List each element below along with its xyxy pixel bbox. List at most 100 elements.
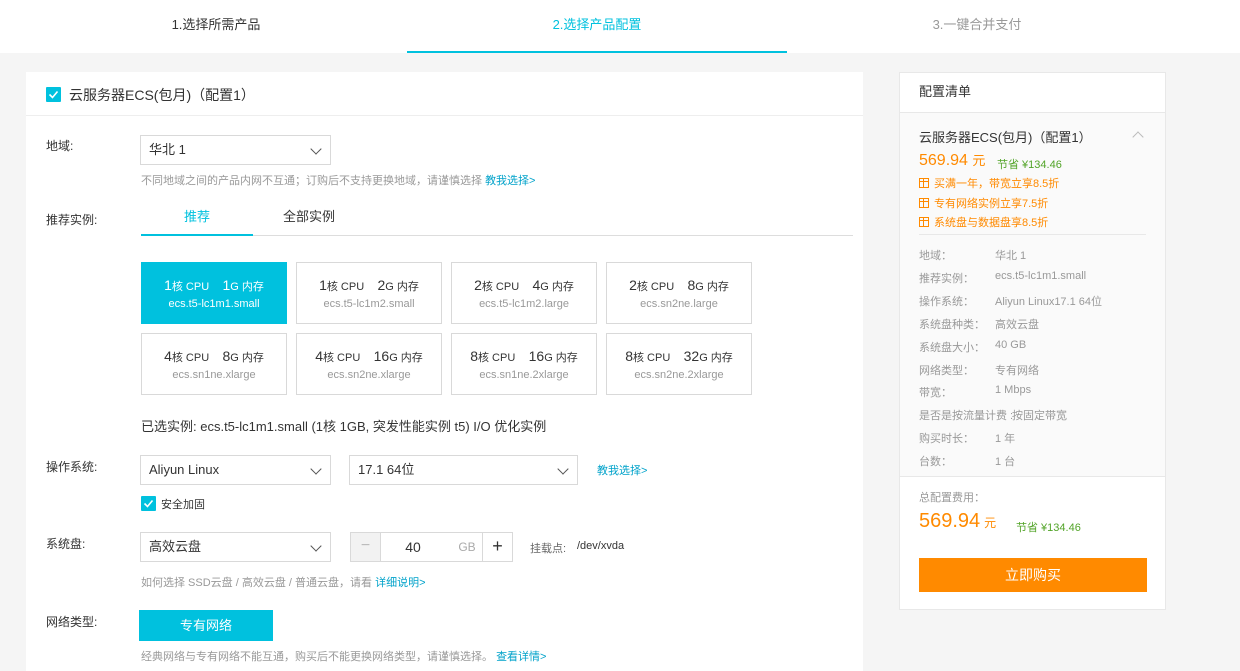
os-select[interactable]: Aliyun Linux <box>140 455 331 485</box>
instance-type-name: ecs.t5-lc1m2.small <box>323 298 415 310</box>
os-label: 操作系统: <box>46 460 98 474</box>
summary-detail-key: 网络类型： <box>919 364 974 377</box>
summary-detail-value: Aliyun Linux17.1 64位 <box>995 295 1103 308</box>
disk-size-increment-button[interactable]: + <box>482 533 512 561</box>
summary-item-price: 569.94 元 <box>919 152 986 169</box>
divider <box>919 234 1146 235</box>
tab-recommended[interactable]: 推荐 <box>141 200 253 236</box>
instance-type-name: ecs.sn2ne.2xlarge <box>634 369 724 381</box>
gift-icon <box>919 217 929 227</box>
disk-size-decrement-button[interactable]: − <box>351 533 381 561</box>
tab-all-instances[interactable]: 全部实例 <box>253 200 365 236</box>
promo-item: 买满一年，带宽立享8.5折 <box>919 175 1059 191</box>
gift-icon <box>919 198 929 208</box>
step-pay: 3.一键合并支付 <box>932 17 1022 32</box>
mount-point-value: /dev/xvda <box>577 540 625 552</box>
instance-card[interactable]: 8核 CPU 32G 内存 ecs.sn2ne.2xlarge <box>606 333 752 395</box>
disk-label: 系统盘: <box>46 537 86 551</box>
network-hint: 经典网络与专有网络不能互通，购买后不能更换网络类型，请谨慎选择。 查看详情> <box>141 651 547 663</box>
summary-detail-key: 购买时长： <box>919 433 974 446</box>
instance-type-name: ecs.sn1ne.xlarge <box>172 369 256 381</box>
os-help-link[interactable]: 教我选择> <box>597 462 647 478</box>
buy-now-button[interactable]: 立即购买 <box>919 558 1147 592</box>
instance-spec: 2核 CPU 4G 内存 <box>474 277 574 293</box>
region-hint: 不同地域之间的产品内网不互通；订购后不支持更换地域，请谨慎选择 教我选择> <box>141 175 536 187</box>
instance-card[interactable]: 1核 CPU 1G 内存 ecs.t5-lc1m1.small <box>141 262 287 324</box>
security-harden-label: 安全加固 <box>161 499 205 511</box>
summary-detail-value: 1 台 <box>995 456 1016 469</box>
region-label: 地域: <box>46 139 74 153</box>
disk-type-value: 高效云盘 <box>149 539 202 554</box>
summary-item-title: 云服务器ECS(包月)（配置1） <box>919 130 1092 145</box>
checkout-steps: 1.选择所需产品 2.选择产品配置 3.一键合并支付 <box>0 0 1240 53</box>
vpc-network-button[interactable]: 专有网络 <box>139 610 273 641</box>
product-title: 云服务器ECS(包月)（配置1） <box>69 87 255 103</box>
summary-detail-key: 操作系统： <box>919 295 974 308</box>
config-summary-panel: 配置清单 云服务器ECS(包月)（配置1） 569.94 元 节省 ¥134.4… <box>899 72 1166 610</box>
instance-spec: 2核 CPU 8G 内存 <box>629 277 729 293</box>
summary-detail-value: ecs.t5-lc1m1.small <box>995 269 1087 282</box>
instance-card[interactable]: 2核 CPU 8G 内存 ecs.sn2ne.large <box>606 262 752 324</box>
disk-hint: 如何选择 SSD云盘 / 高效云盘 / 普通云盘，请看 详细说明> <box>141 577 426 589</box>
chevron-down-icon <box>310 143 322 155</box>
summary-detail-key: 台数： <box>919 456 952 469</box>
region-help-link[interactable]: 教我选择> <box>485 175 535 187</box>
summary-item-saving: 节省 ¥134.46 <box>997 159 1062 171</box>
summary-detail-value: 1 年 <box>995 433 1016 446</box>
product-checkbox[interactable] <box>46 87 61 102</box>
config-header: 云服务器ECS(包月)（配置1） <box>26 72 863 116</box>
promo-item: 专有网络实例立享7.5折 <box>919 195 1048 211</box>
instance-card[interactable]: 4核 CPU 8G 内存 ecs.sn1ne.xlarge <box>141 333 287 395</box>
instance-spec: 8核 CPU 32G 内存 <box>625 348 733 364</box>
step-configure[interactable]: 2.选择产品配置 <box>407 0 787 53</box>
total-label: 总配置费用： <box>919 492 985 504</box>
instance-card[interactable]: 8核 CPU 16G 内存 ecs.sn1ne.2xlarge <box>451 333 597 395</box>
promo-item: 系统盘与数据盘享8.5折 <box>919 214 1048 230</box>
total-price: 569.94 元 <box>919 510 997 532</box>
instance-type-name: ecs.sn2ne.large <box>640 298 718 310</box>
config-panel: 云服务器ECS(包月)（配置1） 地域: 华北 1 不同地域之间的产品内网不互通… <box>26 72 863 671</box>
chevron-up-icon[interactable] <box>1132 131 1144 143</box>
network-help-link[interactable]: 查看详情> <box>496 651 546 663</box>
summary-detail-key: 系统盘大小： <box>919 341 985 354</box>
instance-spec: 8核 CPU 16G 内存 <box>470 348 578 364</box>
instance-spec: 4核 CPU 16G 内存 <box>315 348 423 364</box>
chevron-down-icon <box>310 463 322 475</box>
summary-detail-key: 地域： <box>919 250 952 262</box>
mount-point-label: 挂载点: <box>530 543 567 555</box>
summary-detail-key: 系统盘种类： <box>919 318 985 331</box>
os-version-value: 17.1 64位 <box>358 462 415 477</box>
gift-icon <box>919 178 929 188</box>
disk-size-input[interactable]: 40 <box>381 533 445 561</box>
summary-header: 配置清单 <box>900 73 1165 113</box>
security-harden-checkbox[interactable] <box>141 496 156 511</box>
instance-label: 推荐实例: <box>46 213 98 227</box>
disk-help-link[interactable]: 详细说明> <box>375 577 425 589</box>
summary-body: 云服务器ECS(包月)（配置1） 569.94 元 节省 ¥134.46 买满一… <box>900 113 1165 477</box>
instance-spec: 1核 CPU 1G 内存 <box>164 277 264 293</box>
summary-detail-value: 华北 1 <box>995 250 1027 262</box>
summary-detail-value: 高效云盘 <box>995 318 1039 331</box>
summary-detail-value: 按固定带宽 <box>1012 410 1067 423</box>
summary-detail-value: 专有网络 <box>995 364 1039 377</box>
disk-type-select[interactable]: 高效云盘 <box>140 532 331 562</box>
region-value: 华北 1 <box>149 142 186 157</box>
summary-detail-key: 带宽： <box>919 387 952 400</box>
instance-card[interactable]: 1核 CPU 2G 内存 ecs.t5-lc1m2.small <box>296 262 442 324</box>
instance-tabs: 推荐 全部实例 <box>141 200 853 236</box>
chevron-down-icon <box>310 540 322 552</box>
step-select-product[interactable]: 1.选择所需产品 <box>26 0 406 53</box>
instance-type-name: ecs.sn1ne.2xlarge <box>479 369 569 381</box>
instance-spec: 1核 CPU 2G 内存 <box>319 277 419 293</box>
region-select[interactable]: 华北 1 <box>140 135 331 165</box>
os-version-select[interactable]: 17.1 64位 <box>349 455 578 485</box>
instance-card[interactable]: 2核 CPU 4G 内存 ecs.t5-lc1m2.large <box>451 262 597 324</box>
instance-type-name: ecs.t5-lc1m2.large <box>479 298 569 310</box>
total-saving: 节省 ¥134.46 <box>1016 522 1081 534</box>
disk-size-stepper: − 40 GB + <box>350 532 513 562</box>
instance-type-name: ecs.sn2ne.xlarge <box>327 369 411 381</box>
instance-card[interactable]: 4核 CPU 16G 内存 ecs.sn2ne.xlarge <box>296 333 442 395</box>
selected-instance-text: 已选实例: ecs.t5-lc1m1.small (1核 1GB, 突发性能实例… <box>141 419 547 434</box>
summary-detail-value: 1 Mbps <box>995 384 1032 397</box>
summary-detail-key: 是否是按流量计费 : <box>919 410 1014 423</box>
